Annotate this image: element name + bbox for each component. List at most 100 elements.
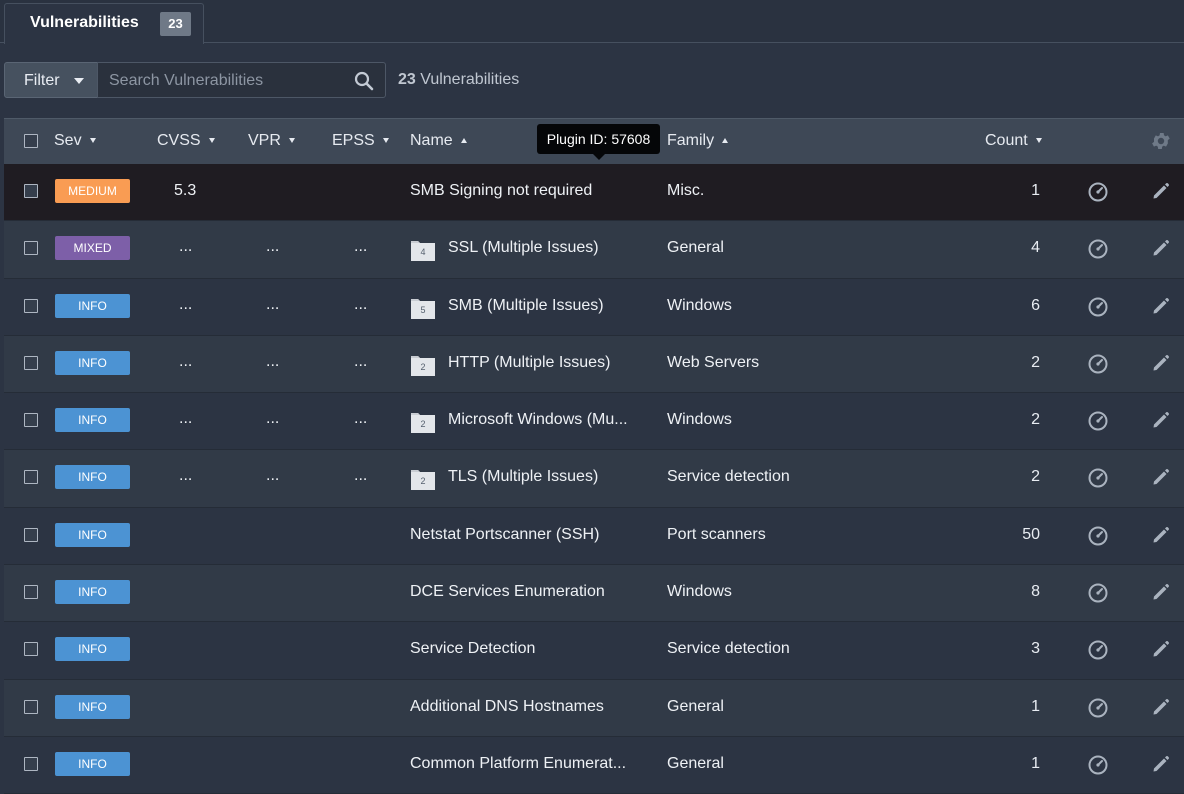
folder-icon: 5 [410,296,436,320]
sort-up-icon [460,138,467,144]
vpr-value: ... [266,238,280,256]
column-header-family[interactable]: Family [667,132,729,150]
vulnerability-name[interactable]: SSL (Multiple Issues) [448,239,599,257]
folder-count: 2 [420,419,426,430]
results-count-label: Vulnerabilities [415,71,520,88]
pencil-icon[interactable] [1152,583,1170,601]
filter-button[interactable]: Filter [4,62,98,98]
table-row[interactable]: INFO Common Platform Enumerat... General 1 [4,737,1184,794]
table-row[interactable]: MIXED......... 4 SSL (Multiple Issues) Gene… [4,221,1184,279]
table-row[interactable]: INFO Service Detection Service detection 3 [4,622,1184,680]
row-checkbox[interactable] [24,413,38,428]
gauge-icon[interactable] [1087,639,1109,661]
gauge-icon[interactable] [1087,181,1109,203]
severity-badge: INFO [55,293,130,318]
pencil-icon[interactable] [1152,411,1170,429]
pencil-icon[interactable] [1152,182,1170,200]
table-row[interactable]: MEDIUM 5.3 SMB Signing not required Misc. 1 [4,164,1184,222]
pencil-icon[interactable] [1152,239,1170,257]
count-value: 2 [1031,468,1040,486]
epss-value: ... [354,352,368,370]
vulnerability-name[interactable]: HTTP (Multiple Issues) [448,354,610,372]
count-value: 1 [1031,697,1040,715]
vulnerability-name[interactable]: DCE Services Enumeration [410,583,605,601]
pencil-icon[interactable] [1152,297,1170,315]
row-checkbox[interactable] [24,298,38,313]
family-value: Windows [667,411,732,429]
row-checkbox[interactable] [24,184,38,198]
cvss-value: ... [179,352,193,370]
filter-label: Filter [24,72,60,89]
gauge-icon[interactable] [1087,525,1109,547]
vulnerability-name[interactable]: SMB Signing not required [410,182,592,200]
vulnerability-name[interactable]: Common Platform Enumerat... [410,755,626,773]
toolbar: Filter 23 Vulnerabilities [0,62,1184,99]
select-all-checkbox[interactable] [24,134,38,148]
severity-badge: MIXED [55,236,130,261]
gauge-icon[interactable] [1087,697,1109,719]
severity-badge: INFO [55,637,130,662]
results-count: 23 Vulnerabilities [398,71,519,89]
vpr-value: ... [266,410,280,428]
table-row[interactable]: INFO......... 5 SMB (Multiple Issues) Windo… [4,279,1184,336]
row-checkbox[interactable] [24,355,38,370]
pencil-icon[interactable] [1152,354,1170,372]
family-value: General [667,239,724,257]
row-checkbox[interactable] [24,241,38,256]
gauge-icon[interactable] [1087,467,1109,489]
pencil-icon[interactable] [1152,640,1170,658]
family-value: General [667,697,724,715]
table-row[interactable]: INFO......... 2 TLS (Multiple Issues) Servi… [4,450,1184,508]
table-row[interactable]: INFO Netstat Portscanner (SSH) Port scanne… [4,508,1184,566]
table-body: MEDIUM 5.3 SMB Signing not required Misc. 1 M… [4,164,1184,794]
gear-icon[interactable] [1150,130,1172,152]
column-header-vpr[interactable]: VPR [248,132,295,150]
count-value: 2 [1031,411,1040,429]
folder-count: 5 [420,304,426,315]
gauge-icon[interactable] [1087,754,1109,776]
vulnerability-name[interactable]: TLS (Multiple Issues) [448,468,598,486]
column-header-count[interactable]: Count [985,132,1042,150]
table-row[interactable]: INFO......... 2 Microsoft Windows (Mu... Wi… [4,393,1184,451]
gauge-icon[interactable] [1087,582,1109,604]
folder-icon: 2 [410,410,436,434]
vulnerability-name[interactable]: Netstat Portscanner (SSH) [410,526,599,544]
epss-value: ... [354,410,368,428]
table-row[interactable]: INFO DCE Services Enumeration Windows 8 [4,565,1184,623]
pencil-icon[interactable] [1152,526,1170,544]
vulnerability-name[interactable]: Additional DNS Hostnames [410,698,604,716]
column-header-epss[interactable]: EPSS [332,132,389,150]
gauge-icon[interactable] [1087,410,1109,432]
column-header-sev[interactable]: Sev [54,132,96,150]
tab-vulnerabilities[interactable]: Vulnerabilities 23 [4,3,204,44]
row-checkbox[interactable] [24,756,38,771]
search-input[interactable] [109,70,339,92]
row-checkbox[interactable] [24,642,38,657]
epss-value: ... [354,467,368,485]
severity-badge: INFO [55,465,130,490]
table-row[interactable]: INFO Additional DNS Hostnames General 1 [4,679,1184,737]
epss-value: ... [354,238,368,256]
gauge-icon[interactable] [1087,238,1109,260]
epss-value: ... [354,295,368,313]
column-header-name[interactable]: Name [410,132,467,150]
severity-badge: INFO [55,751,130,776]
vulnerability-name[interactable]: SMB (Multiple Issues) [448,297,604,315]
cvss-value: 5.3 [174,182,197,199]
row-checkbox[interactable] [24,527,38,542]
gauge-icon[interactable] [1087,353,1109,375]
search-box [97,62,386,98]
vulnerability-name[interactable]: Service Detection [410,640,535,658]
row-checkbox[interactable] [24,699,38,714]
pencil-icon[interactable] [1152,468,1170,486]
row-checkbox[interactable] [24,470,38,485]
table-row[interactable]: INFO......... 2 HTTP (Multiple Issues) Web … [4,335,1184,394]
vulnerability-name[interactable]: Microsoft Windows (Mu... [448,411,628,429]
pencil-icon[interactable] [1152,698,1170,716]
pencil-icon[interactable] [1152,755,1170,773]
search-icon[interactable] [354,71,374,91]
gauge-icon[interactable] [1087,296,1109,318]
count-value: 50 [1022,525,1040,543]
column-header-cvss[interactable]: CVSS [157,132,215,150]
row-checkbox[interactable] [24,585,38,600]
